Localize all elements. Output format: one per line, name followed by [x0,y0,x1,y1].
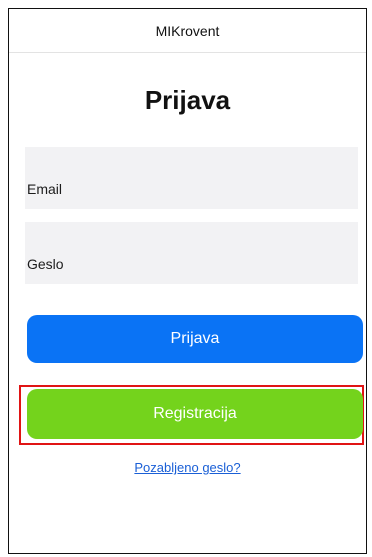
register-button[interactable]: Registracija [27,389,363,439]
page-title: Prijava [144,85,231,115]
forgot-password-container: Pozabljeno geslo? [9,460,366,475]
password-field[interactable] [25,252,362,276]
email-field-container [25,147,362,209]
login-button[interactable]: Prijava [27,315,363,363]
forgot-password-link[interactable]: Pozabljeno geslo? [134,460,240,475]
title-bar: MIKrovent [9,9,366,53]
email-field[interactable] [25,177,362,201]
password-field-container [25,222,362,284]
app-title: MIKrovent [155,22,220,39]
app-window: MIKrovent Prijava Prijava Registracija P… [8,8,367,554]
